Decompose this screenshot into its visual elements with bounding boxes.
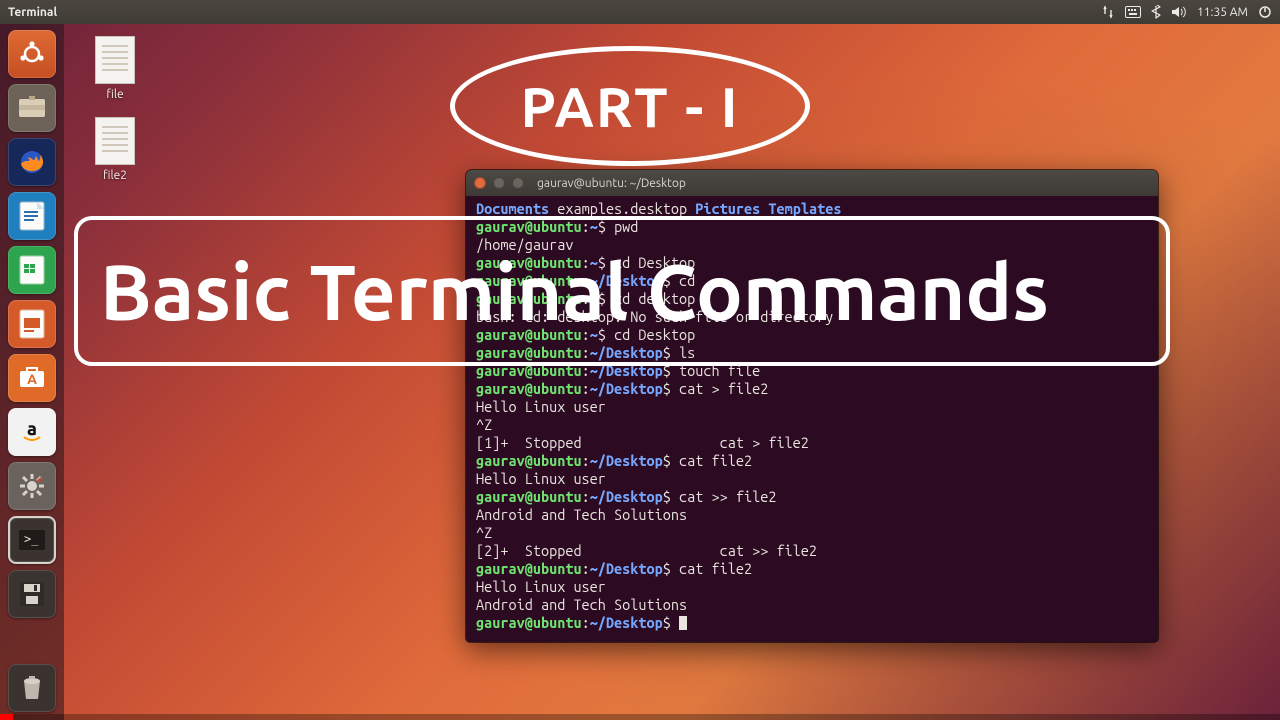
- files-icon[interactable]: [8, 84, 56, 132]
- terminal-line: [1]+ Stopped cat > file2: [476, 434, 1148, 452]
- desktop-file-label: file: [80, 88, 150, 101]
- video-progress-bar[interactable]: [0, 714, 1280, 720]
- desktop-icons: file file2: [80, 36, 150, 182]
- overlay-subtitle: Basic Terminal Commands: [100, 247, 1049, 335]
- window-maximize-icon[interactable]: [512, 177, 524, 189]
- terminal-title: gaurav@ubuntu: ~/Desktop: [537, 177, 686, 190]
- terminal-line: gaurav@ubuntu:~/Desktop$ cat file2: [476, 560, 1148, 578]
- session-indicator-icon[interactable]: [1258, 5, 1272, 19]
- network-indicator-icon[interactable]: [1101, 5, 1115, 19]
- svg-text:>_: >_: [24, 532, 39, 546]
- libreoffice-impress-icon[interactable]: [8, 300, 56, 348]
- window-close-icon[interactable]: [474, 177, 486, 189]
- overlay-part-label: PART - I: [521, 75, 740, 138]
- terminal-line: ^Z: [476, 416, 1148, 434]
- svg-text:A: A: [27, 371, 37, 387]
- overlay-subtitle-box: Basic Terminal Commands: [74, 216, 1170, 366]
- dash-icon[interactable]: [8, 30, 56, 78]
- desktop-file-icon[interactable]: file2: [80, 117, 150, 182]
- terminal-line: Hello Linux user: [476, 398, 1148, 416]
- clock[interactable]: 11:35 AM: [1197, 6, 1248, 19]
- terminal-line: [2]+ Stopped cat >> file2: [476, 542, 1148, 560]
- sound-indicator-icon[interactable]: [1171, 6, 1187, 18]
- libreoffice-writer-icon[interactable]: [8, 192, 56, 240]
- terminal-line: Android and Tech Solutions: [476, 596, 1148, 614]
- keyboard-indicator-icon[interactable]: [1125, 6, 1141, 18]
- terminal-icon[interactable]: >_: [8, 516, 56, 564]
- terminal-titlebar[interactable]: gaurav@ubuntu: ~/Desktop: [466, 170, 1158, 196]
- window-minimize-icon[interactable]: [493, 177, 505, 189]
- bluetooth-indicator-icon[interactable]: [1151, 5, 1161, 19]
- overlay-part-badge: PART - I: [450, 46, 810, 166]
- desktop-file-label: file2: [80, 169, 150, 182]
- amazon-icon[interactable]: a: [8, 408, 56, 456]
- desktop-file-icon[interactable]: file: [80, 36, 150, 101]
- libreoffice-calc-icon[interactable]: [8, 246, 56, 294]
- top-panel: Terminal 11:35 AM: [0, 0, 1280, 24]
- terminal-line: Hello Linux user: [476, 470, 1148, 488]
- terminal-line: gaurav@ubuntu:~/Desktop$ cat >> file2: [476, 488, 1148, 506]
- text-file-icon: [95, 117, 135, 165]
- video-progress-fill: [0, 714, 13, 720]
- terminal-line: Android and Tech Solutions: [476, 506, 1148, 524]
- system-settings-icon[interactable]: [8, 462, 56, 510]
- terminal-line: gaurav@ubuntu:~/Desktop$ cat > file2: [476, 380, 1148, 398]
- active-app-title: Terminal: [8, 6, 57, 19]
- text-file-icon: [95, 36, 135, 84]
- firefox-icon[interactable]: [8, 138, 56, 186]
- terminal-line: gaurav@ubuntu:~/Desktop$ cat file2: [476, 452, 1148, 470]
- terminal-line: Hello Linux user: [476, 578, 1148, 596]
- trash-icon[interactable]: [8, 664, 56, 712]
- ubuntu-software-icon[interactable]: A: [8, 354, 56, 402]
- unity-launcher: A a >_: [0, 24, 64, 720]
- save-icon[interactable]: [8, 570, 56, 618]
- terminal-line: gaurav@ubuntu:~/Desktop$: [476, 614, 1148, 632]
- svg-text:a: a: [27, 419, 37, 439]
- terminal-line: ^Z: [476, 524, 1148, 542]
